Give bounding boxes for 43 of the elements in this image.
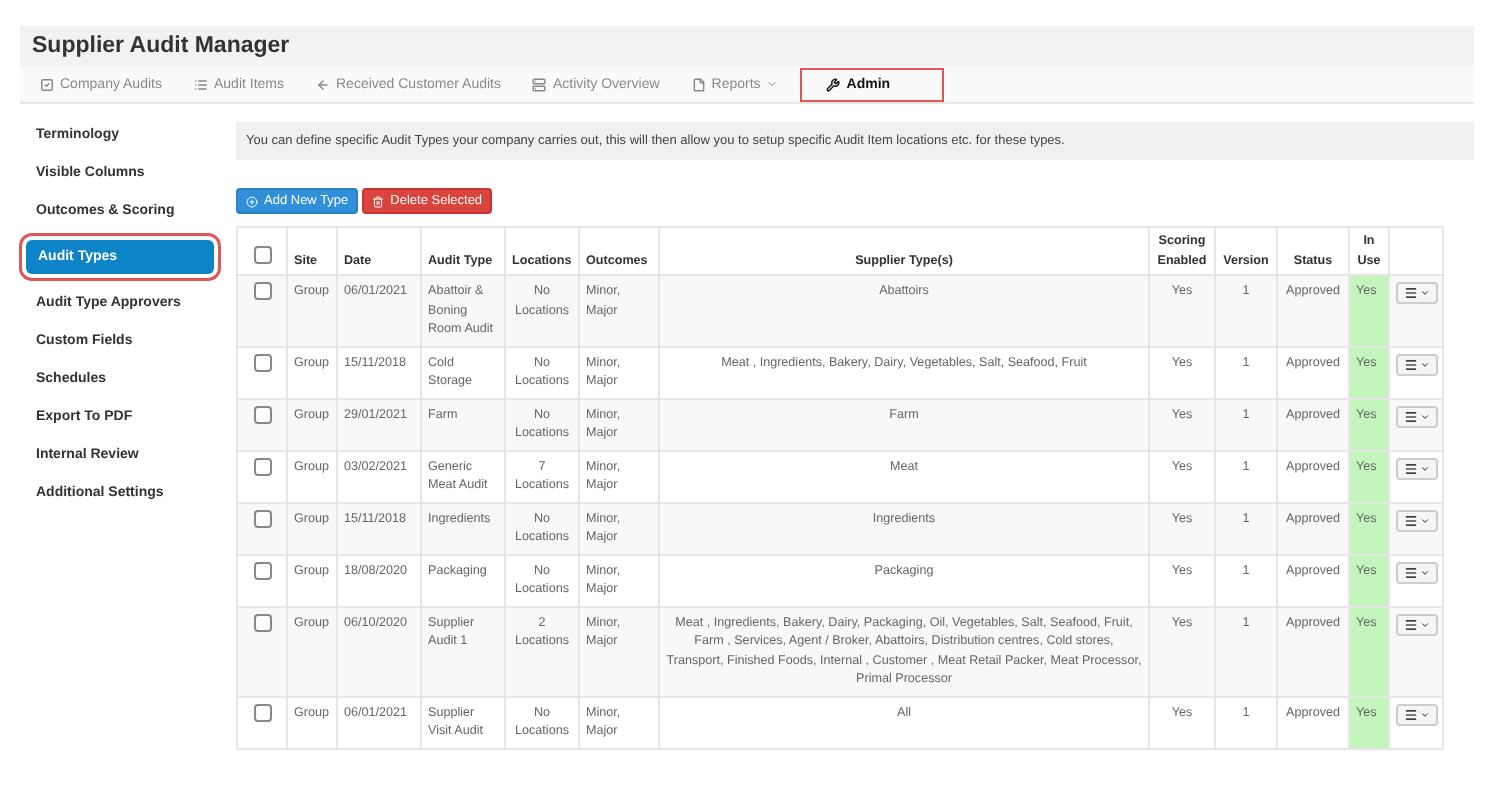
row-menu-button[interactable] — [1396, 405, 1438, 427]
menu-icon — [1404, 461, 1418, 475]
checkbox[interactable] — [253, 405, 271, 423]
checkbox-icon — [40, 77, 54, 91]
list-icon — [193, 77, 208, 91]
checkbox[interactable] — [253, 613, 271, 631]
server-icon — [532, 77, 547, 91]
caret-icon — [1420, 411, 1430, 421]
caret-icon — [1420, 567, 1430, 577]
app-title: Supplier Audit Manager — [32, 34, 290, 58]
caret-icon — [1420, 463, 1430, 473]
arrow-left-icon — [316, 77, 330, 91]
menu-icon — [1404, 286, 1418, 300]
row-menu-button[interactable] — [1396, 457, 1438, 479]
caret-icon — [1420, 515, 1430, 525]
caret-icon — [1420, 359, 1430, 369]
caret-icon — [1420, 709, 1430, 719]
row-menu-button[interactable] — [1396, 703, 1438, 725]
caret-icon — [1420, 288, 1430, 298]
wrench-icon — [826, 77, 841, 91]
checkbox[interactable] — [253, 245, 271, 263]
menu-icon — [1404, 565, 1418, 579]
menu-icon — [1404, 617, 1418, 631]
checkbox[interactable] — [253, 509, 271, 527]
row-menu-button[interactable] — [1396, 282, 1438, 304]
trash-icon — [372, 195, 385, 207]
caret-icon — [766, 78, 779, 90]
checkbox[interactable] — [253, 457, 271, 475]
checkbox[interactable] — [253, 282, 271, 300]
row-menu-button[interactable] — [1396, 613, 1438, 635]
menu-icon — [1404, 409, 1418, 423]
caret-icon — [1420, 619, 1430, 629]
row-menu-button[interactable] — [1396, 509, 1438, 531]
menu-icon — [1404, 513, 1418, 527]
menu-icon — [1404, 707, 1418, 721]
plus-icon — [246, 195, 258, 207]
row-menu-button[interactable] — [1396, 353, 1438, 375]
menu-icon — [1404, 357, 1418, 371]
checkbox[interactable] — [253, 703, 271, 721]
row-menu-button[interactable] — [1396, 561, 1438, 583]
file-icon — [691, 77, 706, 91]
checkbox[interactable] — [253, 353, 271, 371]
checkbox[interactable] — [253, 561, 271, 579]
